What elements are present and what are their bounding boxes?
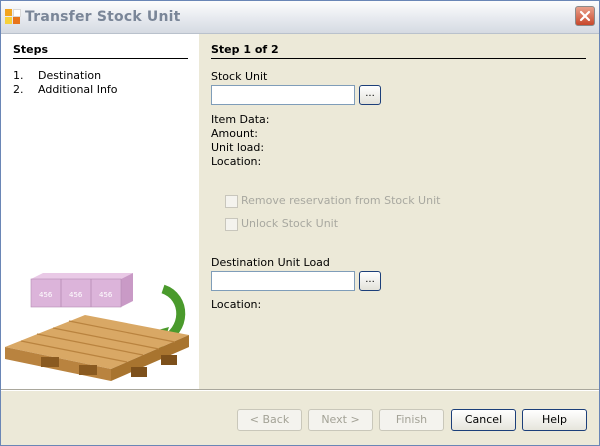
item-data-label: Item Data: — [211, 113, 270, 126]
pallet-illustration: 456 456 456 — [5, 273, 189, 381]
step-content: Step 1 of 2 Stock Unit ... Item Data: Am… — [199, 34, 599, 389]
step-number: 1. — [13, 69, 24, 82]
unit-load-label: Unit load: — [211, 141, 265, 154]
amount-label: Amount: — [211, 127, 258, 140]
step-item-destination: 1. Destination — [13, 69, 101, 82]
window-title: Transfer Stock Unit — [25, 9, 181, 25]
cancel-button[interactable]: Cancel — [451, 409, 516, 431]
back-button[interactable]: < Back — [237, 409, 302, 431]
finish-button[interactable]: Finish — [379, 409, 444, 431]
stock-unit-label: Stock Unit — [211, 70, 268, 83]
app-icon — [5, 9, 21, 25]
checkbox-box[interactable] — [225, 195, 238, 208]
stock-unit-browse-button[interactable]: ... — [359, 85, 381, 105]
step-header: Step 1 of 2 — [211, 43, 279, 56]
checkbox-box[interactable] — [225, 218, 238, 231]
steps-divider — [13, 58, 188, 59]
checkbox-label: Unlock Stock Unit — [241, 217, 339, 230]
footer-divider — [1, 389, 599, 391]
checkbox-label: Remove reservation from Stock Unit — [241, 194, 441, 207]
dialog-window: Transfer Stock Unit Steps 1. Destination … — [0, 0, 600, 446]
destination-location-label: Location: — [211, 298, 262, 311]
destination-unit-load-label: Destination Unit Load — [211, 256, 330, 269]
close-icon — [579, 10, 591, 22]
step-label: Destination — [38, 69, 102, 82]
steps-panel: Steps 1. Destination 2. Additional Info 45… — [1, 34, 199, 389]
destination-browse-button[interactable]: ... — [359, 271, 381, 291]
box-label: 456 — [69, 291, 83, 299]
step-item-additional-info: 2. Additional Info — [13, 83, 118, 96]
help-button[interactable]: Help — [522, 409, 587, 431]
location-label: Location: — [211, 155, 262, 168]
box-label: 456 — [99, 291, 113, 299]
title-bar: Transfer Stock Unit — [1, 1, 599, 34]
step-label: Additional Info — [38, 83, 118, 96]
next-button[interactable]: Next > — [308, 409, 373, 431]
steps-title: Steps — [13, 43, 49, 56]
close-button[interactable] — [575, 6, 595, 26]
box-label: 456 — [39, 291, 53, 299]
header-divider — [211, 58, 586, 59]
stock-unit-input[interactable] — [211, 85, 355, 105]
destination-unit-load-input[interactable] — [211, 271, 355, 291]
step-number: 2. — [13, 83, 24, 96]
